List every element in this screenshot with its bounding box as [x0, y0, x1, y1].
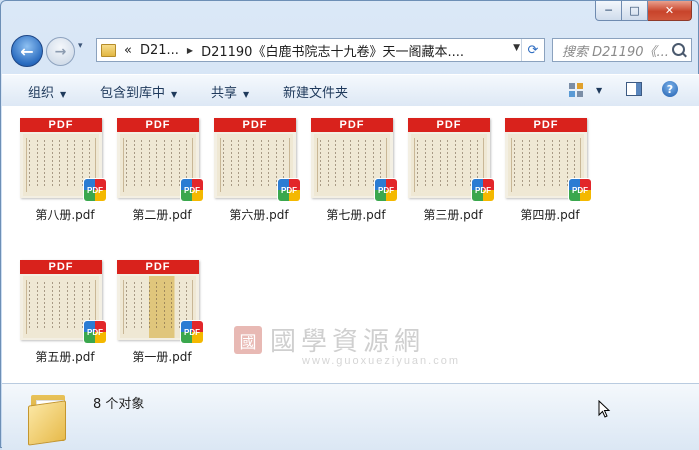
pdf-band-label: PDF [408, 118, 490, 132]
search-input[interactable]: 搜索 D21190《... [562, 41, 672, 60]
search-box[interactable]: 搜索 D21190《... [552, 38, 692, 62]
pdf-badge-icon: PDF [278, 179, 300, 201]
file-name[interactable]: 第四册.pdf [500, 206, 600, 223]
pdf-badge-icon: PDF [472, 179, 494, 201]
file-name[interactable]: 第二册.pdf [112, 206, 212, 223]
command-bar: 组织 ▼ 包含到库中 ▼ 共享 ▼ 新建文件夹 ▼ ? [2, 74, 699, 107]
help-icon[interactable]: ? [662, 81, 678, 97]
folder-icon [101, 43, 116, 57]
watermark-text: 國學資源網 [270, 327, 426, 357]
watermark-url: www.guoxueziyuan.com [302, 355, 461, 367]
pdf-band-label: PDF [20, 260, 102, 274]
back-arrow-icon: ← [20, 41, 34, 61]
minimize-button[interactable]: ─ [595, 1, 622, 21]
share-menu[interactable]: 共享 ▼ [211, 82, 249, 101]
window-controls: ─ □ ✕ [595, 1, 692, 21]
chevron-down-icon: ▼ [171, 90, 178, 99]
watermark-seal: 國 [234, 326, 262, 354]
file-item[interactable]: PDF PDF 第一册.pdf [117, 248, 207, 368]
file-item[interactable]: PDF PDF 第八册.pdf [20, 106, 110, 226]
breadcrumb-parent[interactable]: D21... [140, 43, 179, 58]
back-button[interactable]: ← [11, 35, 43, 67]
pdf-band-label: PDF [505, 118, 587, 132]
maximize-button[interactable]: □ [622, 1, 648, 21]
file-name[interactable]: 第八册.pdf [15, 206, 115, 223]
explorer-window: ─ □ ✕ ← → ▾ « D21... ▶ D21190《白鹿书院志十九卷》天… [0, 0, 699, 450]
recent-pages-dropdown[interactable]: ▾ [78, 41, 83, 51]
item-count: 8 个对象 [93, 397, 145, 412]
breadcrumb-overflow[interactable]: « [124, 43, 132, 58]
mouse-cursor-icon [598, 400, 611, 418]
file-list-pane: PDF PDF 第八册.pdf PDF PDF 第二册.pdf PDF PDF … [2, 106, 699, 383]
file-name[interactable]: 第六册.pdf [209, 206, 309, 223]
large-folder-icon [28, 391, 74, 446]
pdf-badge-icon: PDF [181, 321, 203, 343]
file-name[interactable]: 第三册.pdf [403, 206, 503, 223]
pdf-band-label: PDF [311, 118, 393, 132]
forward-arrow-icon: → [54, 43, 67, 60]
new-folder-button[interactable]: 新建文件夹 [283, 82, 348, 101]
refresh-icon[interactable]: ⟳ [521, 39, 544, 61]
pdf-badge-icon: PDF [375, 179, 397, 201]
forward-button[interactable]: → [46, 37, 75, 66]
chevron-down-icon: ▼ [60, 90, 67, 99]
pdf-band-label: PDF [117, 260, 199, 274]
address-bar[interactable]: « D21... ▶ D21190《白鹿书院志十九卷》天一阁藏本.... ▼ ⟳ [96, 38, 545, 62]
file-item[interactable]: PDF PDF 第七册.pdf [311, 106, 401, 226]
pdf-badge-icon: PDF [84, 179, 106, 201]
pdf-band-label: PDF [117, 118, 199, 132]
view-options-dropdown[interactable]: ▼ [596, 86, 602, 95]
address-dropdown-icon[interactable]: ▼ [513, 43, 520, 53]
include-in-library-menu[interactable]: 包含到库中 ▼ [100, 82, 177, 101]
file-item[interactable]: PDF PDF 第五册.pdf [20, 248, 110, 368]
pdf-badge-icon: PDF [569, 179, 591, 201]
file-item[interactable]: PDF PDF 第二册.pdf [117, 106, 207, 226]
chevron-down-icon: ▼ [243, 90, 250, 99]
organize-menu[interactable]: 组织 ▼ [28, 82, 66, 101]
file-name[interactable]: 第五册.pdf [15, 348, 115, 365]
close-button[interactable]: ✕ [648, 1, 692, 21]
watermark-logo: 國 國學資源網 www.guoxueziyuan.com [234, 324, 494, 367]
file-name[interactable]: 第七册.pdf [306, 206, 406, 223]
organize-label: 组织 [28, 86, 55, 101]
view-icon[interactable] [569, 83, 583, 97]
file-item[interactable]: PDF PDF 第四册.pdf [505, 106, 595, 226]
file-item[interactable]: PDF PDF 第三册.pdf [408, 106, 498, 226]
details-pane: 8 个对象 [2, 383, 699, 450]
pdf-band-label: PDF [214, 118, 296, 132]
file-item[interactable]: PDF PDF 第六册.pdf [214, 106, 304, 226]
pdf-badge-icon: PDF [84, 321, 106, 343]
file-name[interactable]: 第一册.pdf [112, 348, 212, 365]
breadcrumb-current[interactable]: D21190《白鹿书院志十九卷》天一阁藏本.... [201, 41, 464, 60]
share-label: 共享 [211, 86, 238, 101]
breadcrumb-separator-icon[interactable]: ▶ [187, 46, 193, 55]
preview-pane-icon[interactable] [626, 82, 642, 96]
pdf-badge-icon: PDF [181, 179, 203, 201]
search-icon[interactable] [672, 43, 685, 56]
include-library-label: 包含到库中 [100, 86, 166, 101]
pdf-band-label: PDF [20, 118, 102, 132]
navigation-bar: ← → ▾ « D21... ▶ D21190《白鹿书院志十九卷》天一阁藏本..… [1, 33, 698, 67]
